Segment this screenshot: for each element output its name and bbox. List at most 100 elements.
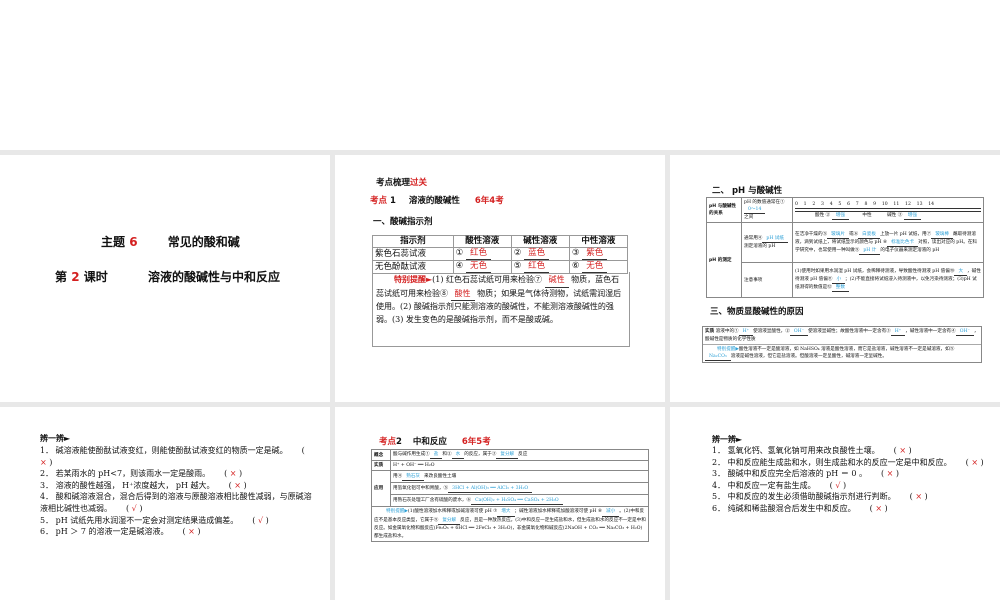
quiz-item-text: 4． 酸和碱溶液混合，混合后得到的溶液与原酸溶液相比酸性减弱，与原碱溶液相比碱性… — [40, 492, 312, 513]
quiz-item: 1． 氢氧化钙、氢氧化钠可用来改良酸性土壤。 ( × ) — [702, 445, 984, 457]
note-text: (1) 红色石蕊试纸可用来检验⑦ — [432, 275, 543, 284]
quiz-item-text: 5． pH 试纸先用水润湿不一定会对测定结果造成偏差。 — [40, 515, 239, 525]
table-row: 紫色石蕊试液 ① 红色 ② 蓝色 ③ 紫色 — [372, 247, 629, 261]
answer: 小 — [832, 276, 846, 284]
answer-mark-symbol: √ — [835, 480, 841, 490]
header-highlight: 过关 — [410, 178, 428, 188]
note-label: 特别提醒► — [394, 275, 433, 284]
column-header: 碱性溶液 — [510, 235, 570, 248]
ph-scale: 0 1 2 3 4 5 6 7 8 9 10 11 12 13 14 酸性 ② … — [792, 197, 984, 223]
quiz-item-text: 1． 氢氧化钙、氢氧化钠可用来改良酸性土壤。 — [712, 446, 880, 455]
table-row: 实质 H⁺ + OH⁻ ══ H₂O — [371, 460, 649, 471]
quiz-item-text: 1． 碱溶液能使酚酞试液变红，则能使酚酞试液变红的物质一定是碱。 — [40, 446, 288, 455]
slide-2-thumbnail[interactable]: 考点梳理过关 考点 1 溶液的酸碱性 6年4考 一、酸碱指示剂 指示剂 酸性溶液… — [335, 155, 665, 402]
cell-text: 或⑥ — [848, 231, 859, 237]
column-header: 指示剂 — [372, 235, 454, 248]
cell-text: 测定溶液的 pH — [744, 244, 776, 249]
row-header: 概念 — [371, 449, 391, 461]
answer: 增强 — [903, 212, 921, 220]
cell-text: 用熟石灰处理工厂含有硫酸的废水，⑥ — [393, 497, 472, 503]
quiz-item-text: 3． 溶液的酸性越强， H⁺浓度越大， pH 越大。 — [40, 480, 215, 490]
table-cell: ② 蓝色 — [510, 247, 570, 261]
table-row: pH 与酸碱性的关系 pH 的数值通常在①0～14 之间 0 1 2 3 4 5 … — [706, 197, 984, 223]
essence-row: 实质 溶液中的① H⁺ 使溶液显酸性，② OH⁻ 使溶液显碱性；故酸性溶液中一定含有③ H… — [703, 327, 981, 345]
quiz-item: 2． 若某雨水的 pH<7，则该雨水一定是酸雨。 ( × ) — [40, 468, 312, 480]
subtitle-unit: 课时 — [83, 270, 108, 284]
slide-6-thumbnail[interactable]: 辨一辨► 1． 氢氧化钙、氢氧化钠可用来改良酸性土壤。( × ) 2． 中和反应能… — [670, 407, 1000, 600]
cell-text: 的反应，属于③ — [464, 452, 497, 457]
table-cell: ① 红色 — [452, 247, 512, 261]
tip-text: 溶液是碱性溶液，但它是盐溶液。但酸溶液一定呈酸性，碱溶液一定呈碱性。 — [730, 354, 887, 359]
quiz-item: 5． 中和反应的发生必须借助酸碱指示剂进行判断。 ( × ) — [702, 491, 984, 503]
answer: pH 计 — [859, 247, 881, 255]
ph-table: pH 与酸碱性的关系 pH 的数值通常在①0～14 之间 0 1 2 3 4 5 … — [706, 197, 984, 298]
indicator-name: 紫色石蕊试液 — [372, 247, 454, 261]
blank-number: ⑥ — [571, 261, 580, 271]
quiz-item: 6． pH ＞ 7 的溶液一定是碱溶液。 ( × ) — [40, 526, 312, 538]
table-cell: 用④ 熟石灰 来改良酸性土壤 — [390, 470, 649, 483]
answer: 红色 — [466, 248, 492, 260]
answer-mark-symbol: × — [875, 503, 883, 513]
quiz-item-text: 5． 中和反应的发生必须借助酸碱指示剂进行判断。 — [712, 492, 896, 502]
answer: Ca(OH)₂ + H₂SO₄ ══ CaSO₄ + 2H₂O — [471, 497, 563, 505]
answer: 0～14 — [744, 206, 766, 214]
section-header: 考点梳理过关 — [376, 176, 427, 188]
row-header: 实质 — [705, 329, 715, 334]
table-cell: (1)使用时如果用水润湿 pH 试纸，会稀释待测液，导致酸性待测液 pH 值偏⑩… — [792, 262, 984, 298]
subtitle-text: 溶液的酸碱性与中和反应 — [147, 270, 280, 284]
column-header: 酸性溶液 — [452, 235, 512, 248]
tip-label: 特别提醒▶ — [717, 347, 739, 352]
section-heading: 三、物质显酸碱性的原因 — [710, 307, 804, 317]
answer: 熟石灰 — [402, 473, 424, 481]
answer: 蓝色 — [524, 248, 550, 260]
slide-4-thumbnail[interactable]: 辨一辨► 1． 碱溶液能使酚酞试液变红，则能使酚酞试液变红的物质一定是碱。( ×… — [0, 407, 330, 600]
table-cell: 注意事项 — [741, 262, 793, 298]
quiz-item: 2． 中和反应能生成盐和水，则生成盐和水的反应一定是中和反应。 ( × ) — [702, 457, 984, 469]
table-cell: 在洁净干燥的⑤ 玻璃片 或⑥ 白瓷板 上放一片 pH 试纸，用⑦ 玻璃棒 蘸取待测溶液，滴到… — [792, 222, 984, 263]
cell-text: 和② — [442, 452, 452, 457]
cell-text: 用氢氧化铝可中和胃酸，⑤ — [393, 485, 449, 491]
answer: 白瓷板 — [858, 231, 880, 239]
slide-title: 主题 6 常见的酸和碱 — [101, 233, 240, 250]
answer: 玻璃棒 — [931, 231, 953, 239]
neutralization-table: 概念 酸与碱作用生成① 盐和② 水的反应，属于③ 复分解 反应 实质 H⁺ + OH⁻ … — [371, 449, 649, 542]
quiz-item: 6． 纯碱和稀盐酸混合后发生中和反应。 ( × ) — [702, 503, 984, 515]
column-header: 中性溶液 — [568, 235, 629, 248]
slide-3-thumbnail[interactable]: 二、 pH 与酸碱性 pH 与酸碱性的关系 pH 的数值通常在①0～14 之间 0… — [670, 155, 1000, 402]
answer: 标准比色卡 — [887, 239, 919, 247]
cell-text: 溶液中的① — [715, 329, 739, 334]
quiz-item-text: 2． 中和反应能生成盐和水，则生成盐和水的反应一定是中和反应。 — [712, 457, 952, 467]
cell-text: 使溶液显碱性；故酸性溶液中一定含有③ — [808, 329, 891, 334]
ph-scale-ticks: 0 1 2 3 4 5 6 7 8 9 10 11 12 13 14 — [795, 201, 981, 209]
table-cell: H⁺ + OH⁻ ══ H₂O — [390, 460, 649, 471]
answer: 增大 — [497, 508, 515, 517]
table-cell: ③ 紫色 — [568, 247, 629, 261]
tip-text: ；碱性溶液加水稀释或加酸溶液可使 pH ⑧ — [514, 509, 603, 514]
topic-label: 考点 — [370, 196, 388, 206]
table-row: pH 的测定 通常用④ pH 试纸测定溶液的 pH 在洁净干燥的⑤ 玻璃片 或⑥ 白瓷板… — [706, 222, 984, 298]
cell-text: 在洁净干燥的⑤ — [795, 231, 828, 237]
answer-mark: ( × ) — [893, 446, 912, 455]
topic-title: 中和反应 — [412, 437, 447, 447]
tip-row: 特别提醒▶酸性溶液不一定是酸溶液，如 NaHSO₄ 溶液是酸性溶液，而它是盐溶液… — [703, 345, 981, 362]
table-row: 应用 用④ 熟石灰 来改良酸性土壤 — [371, 470, 649, 507]
answer: 碱性 — [544, 274, 569, 288]
answer-mark-symbol: √ — [131, 503, 137, 513]
topic-heading: 考点2 中和反应 6年5考 — [379, 435, 491, 447]
cell-text: 用④ — [393, 473, 403, 479]
quiz-item: 4． 中和反应一定有盐生成。 ( √ ) — [702, 480, 984, 492]
quiz-item: 3． 酸碱中和反应完全后溶液的 pH ＝ 0 。 ( × ) — [702, 468, 984, 480]
row-header: pH 与酸碱性的关系 — [706, 197, 742, 223]
table-cell: 酸与碱作用生成① 盐和② 水的反应，属于③ 复分解 反应 — [390, 449, 649, 461]
answer: 减小 — [602, 508, 620, 517]
table-row: 用熟石灰处理工厂含有硫酸的废水，⑥ Ca(OH)₂ + H₂SO₄ ══ CaSO… — [372, 494, 649, 507]
answer: 紫色 — [582, 248, 608, 260]
answer-mark: ( × ) — [881, 469, 900, 479]
slide-1-thumbnail[interactable]: 主题 6 常见的酸和碱 第 2 课时 溶液的酸碱性与中和反应 — [0, 155, 330, 402]
answer-mark: ( × ) — [909, 492, 928, 502]
slide-5-thumbnail[interactable]: 考点2 中和反应 6年5考 概念 酸与碱作用生成① 盐和② 水的反应，属于③ 复分解反… — [335, 407, 665, 600]
indicator-table: 指示剂 酸性溶液 碱性溶液 中性溶液 紫色石蕊试液 ① 红色 ② 蓝色 ③ 紫色… — [372, 235, 629, 274]
special-note: 特别提醒►(1) 红色石蕊试纸可用来检验⑦ 碱性 物质，蓝色石蕊试纸可用来检验⑧… — [372, 272, 630, 347]
answer: 复分解 — [496, 451, 519, 459]
answer-mark-symbol: × — [915, 492, 923, 502]
